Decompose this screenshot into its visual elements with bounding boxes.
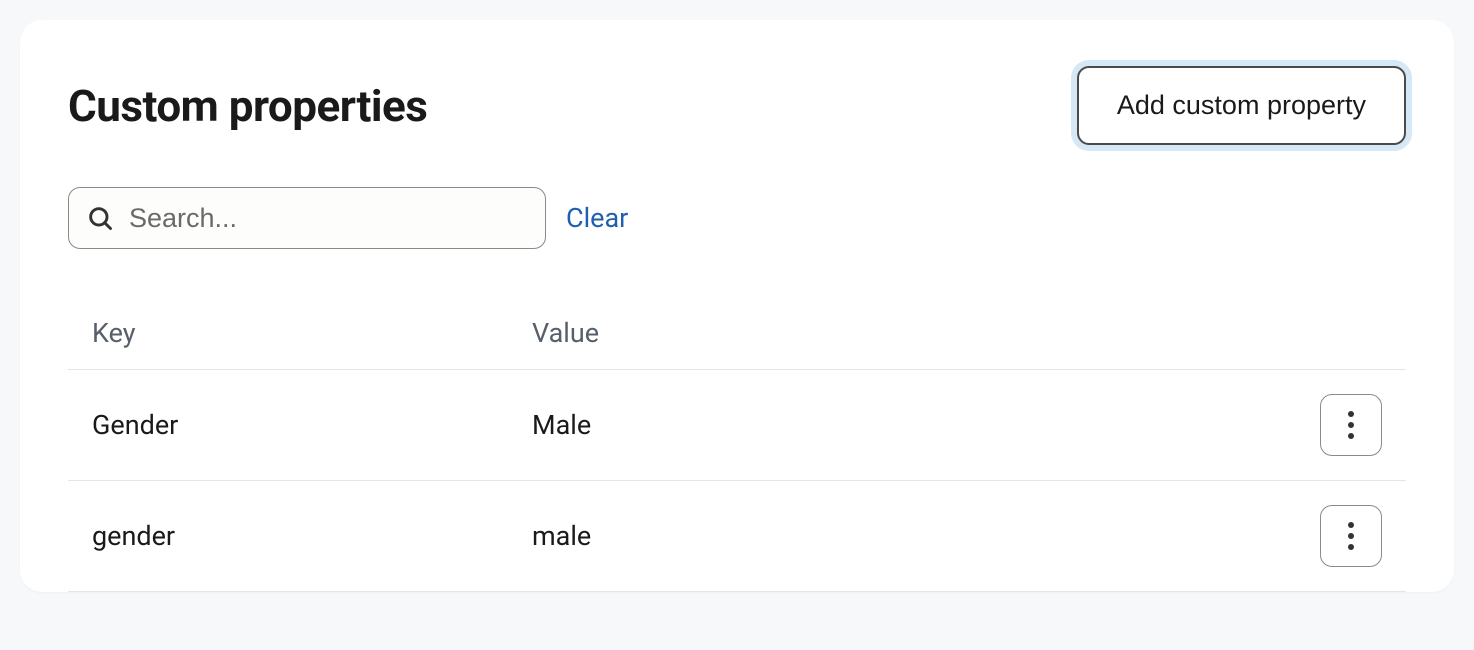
- cell-key: gender: [92, 520, 532, 552]
- search-row: Clear: [68, 187, 1406, 249]
- search-input[interactable]: [68, 187, 546, 249]
- row-actions-button[interactable]: [1320, 394, 1382, 456]
- cell-value: Male: [532, 409, 1318, 441]
- column-header-key: Key: [92, 317, 532, 349]
- kebab-icon: [1348, 522, 1354, 550]
- table-row: gender male: [68, 481, 1406, 592]
- table-header: Key Value: [68, 297, 1406, 370]
- cell-value: male: [532, 520, 1318, 552]
- row-actions-button[interactable]: [1320, 505, 1382, 567]
- properties-table: Key Value Gender Male gender male: [68, 297, 1406, 592]
- page-title: Custom properties: [68, 80, 427, 132]
- kebab-icon: [1348, 411, 1354, 439]
- table-row: Gender Male: [68, 370, 1406, 481]
- header-row: Custom properties Add custom property: [68, 66, 1406, 145]
- add-custom-property-button[interactable]: Add custom property: [1077, 66, 1406, 145]
- search-wrap: [68, 187, 546, 249]
- column-header-value: Value: [532, 317, 1318, 349]
- clear-link[interactable]: Clear: [566, 202, 628, 234]
- custom-properties-card: Custom properties Add custom property Cl…: [20, 20, 1454, 592]
- search-icon: [86, 204, 114, 232]
- cell-key: Gender: [92, 409, 532, 441]
